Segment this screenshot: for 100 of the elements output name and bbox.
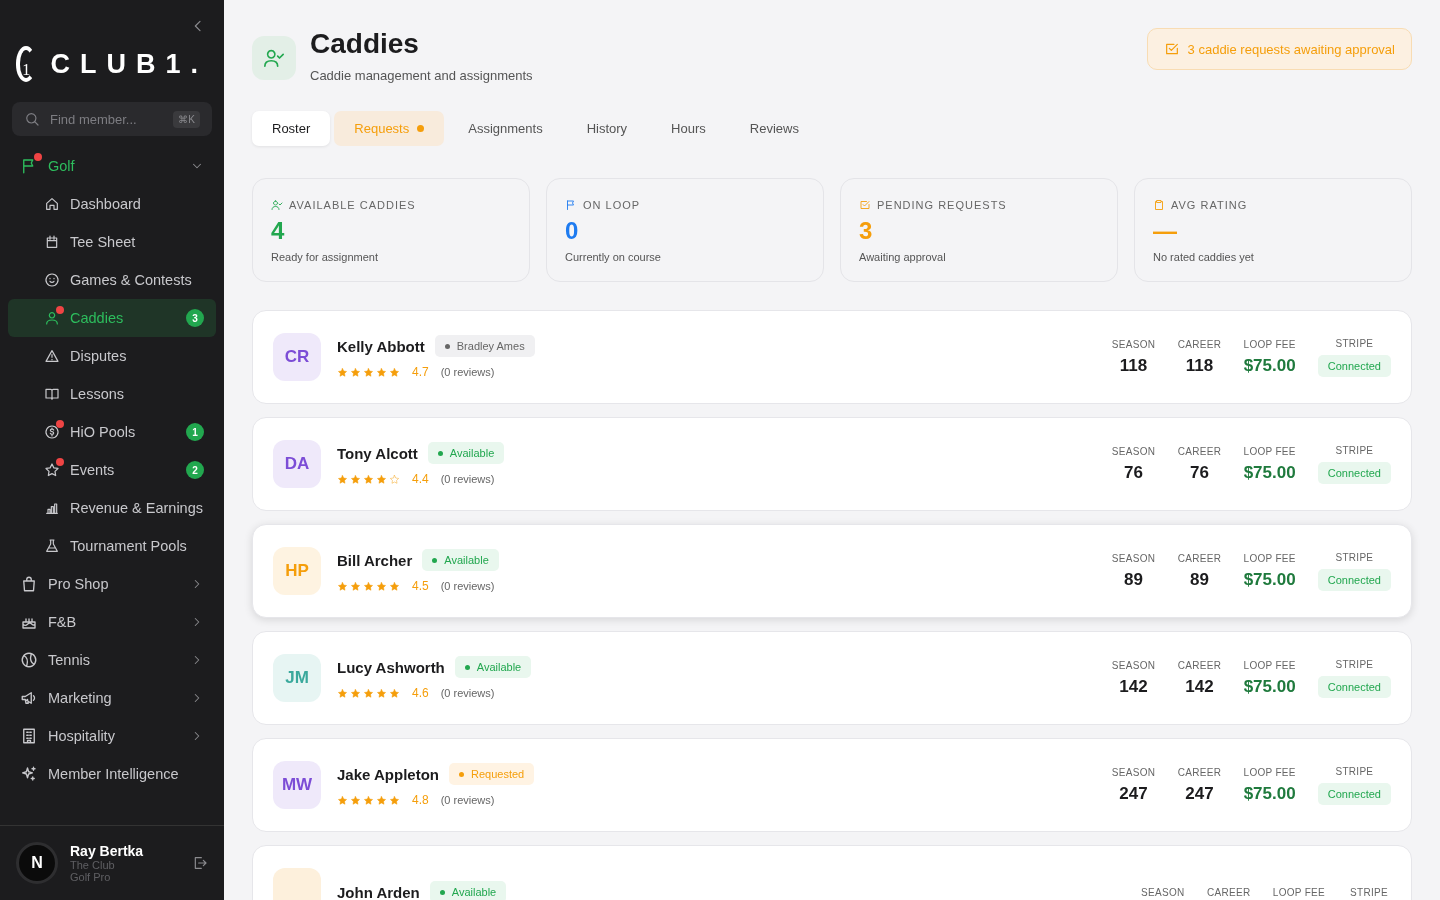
- caddie-card[interactable]: CR Kelly Abbott Bradley Ames 4.7 (0 reviews) SEASON 118 CAREER 118 LOOP FEE $75.00 STRIPE Connected: [252, 310, 1412, 404]
- search-input[interactable]: Find member...: [48, 110, 166, 128]
- star-icon: [350, 794, 361, 806]
- calendar-icon: [44, 234, 60, 250]
- flag-icon: [565, 199, 577, 211]
- rating-value: 4.8: [412, 793, 429, 807]
- nav-label: Hospitality: [48, 728, 116, 744]
- initials-avatar: CR: [273, 333, 321, 381]
- nav-label: Marketing: [48, 690, 113, 706]
- nav-item[interactable]: HiO Pools 1: [8, 413, 216, 451]
- stat-caption: Currently on course: [565, 251, 661, 263]
- nav-item[interactable]: Dashboard: [8, 185, 216, 223]
- logout-icon[interactable]: [192, 855, 208, 871]
- stat-value: 0: [565, 217, 579, 245]
- nav-item[interactable]: Lessons: [8, 375, 216, 413]
- megaphone-icon: [20, 689, 38, 707]
- metric-value: $75.00: [1243, 676, 1296, 697]
- stat-label: PENDING REQUESTS: [877, 199, 1007, 211]
- status-badge: Available: [422, 549, 499, 571]
- nav-item[interactable]: Events 2: [8, 451, 216, 489]
- initials-avatar: HP: [273, 547, 321, 595]
- caddie-card[interactable]: MW Jake Appleton Requested 4.8 (0 reviews) SEASON 247 CAREER 247 LOOP FEE $75.00 STRIPE Connected: [252, 738, 1412, 832]
- nav-item[interactable]: Tee Sheet: [8, 223, 216, 261]
- stat-caption: Awaiting approval: [859, 251, 946, 263]
- star-icon: [376, 794, 387, 806]
- nav-label: Pro Shop: [48, 576, 110, 592]
- tab[interactable]: Assignments: [448, 111, 563, 146]
- metric-value: $75.00: [1243, 462, 1296, 483]
- nav-item[interactable]: Revenue & Earnings: [8, 489, 216, 527]
- nav-item[interactable]: Games & Contests: [8, 261, 216, 299]
- connected-badge: Connected: [1317, 354, 1391, 377]
- nav-label: Disputes: [70, 348, 128, 364]
- review-count: (0 reviews): [440, 687, 495, 699]
- nav-section[interactable]: Tennis: [8, 641, 216, 679]
- metric-label: CAREER: [1177, 766, 1222, 778]
- star-icon: [389, 580, 400, 592]
- nav-item[interactable]: Tournament Pools: [8, 527, 216, 565]
- caddie-card[interactable]: HP Bill Archer Available 4.5 (0 reviews) SEASON 89 CAREER 89 LOOP FEE $75.00 STRIPE Connected: [252, 524, 1412, 618]
- user-name: Ray Bertka: [70, 843, 145, 859]
- tab[interactable]: Roster: [252, 111, 331, 146]
- sparkle-icon: [20, 765, 38, 783]
- nav-section[interactable]: Golf: [8, 147, 216, 185]
- metric-value: 89: [1190, 569, 1209, 590]
- nav-label: HiO Pools: [70, 424, 137, 440]
- metric-value: 142: [1185, 676, 1214, 697]
- page-title: Caddies: [310, 28, 420, 60]
- metric-label: LOOP FEE: [1243, 766, 1296, 778]
- logo-text: CLUB1.: [50, 48, 208, 80]
- nav-label: Golf: [48, 158, 76, 174]
- initials-avatar: JM: [273, 654, 321, 702]
- book-icon: [44, 386, 60, 402]
- tab[interactable]: Reviews: [729, 111, 819, 146]
- status-badge: Available: [427, 442, 505, 464]
- metric-label: SEASON: [1111, 766, 1156, 778]
- status-badge: Requested: [448, 763, 535, 785]
- page-icon: [252, 36, 296, 80]
- caddie-card[interactable]: DA Tony Alcott Available 4.4 (0 reviews) SEASON 76 CAREER 76 LOOP FEE $75.00 STRIPE Connected: [252, 417, 1412, 511]
- flask-icon: [44, 538, 60, 554]
- nav-section[interactable]: F&B: [8, 603, 216, 641]
- initials-avatar: DA: [273, 440, 321, 488]
- metric-label: STRIPE: [1335, 337, 1374, 349]
- caddie-card[interactable]: JM Lucy Ashworth Available 4.6 (0 reviews) SEASON 142 CAREER 142 LOOP FEE $75.00 STRIPE Connected: [252, 631, 1412, 725]
- checkbox-icon: [1163, 41, 1180, 57]
- nav-label: Revenue & Earnings: [70, 500, 204, 516]
- stat-value: —: [1153, 217, 1177, 245]
- star-icon: [376, 580, 387, 592]
- nav-label: Member Intelligence: [48, 766, 180, 782]
- star-icon: [389, 687, 400, 699]
- star-icon: [389, 366, 400, 378]
- page-subtitle: Caddie management and assignments: [310, 68, 533, 83]
- star-icon: [363, 366, 374, 378]
- metric-label: SEASON: [1111, 338, 1156, 350]
- metric-value: 118: [1119, 355, 1148, 376]
- clipboard-icon: [1153, 199, 1165, 211]
- stat-value: 4: [271, 217, 285, 245]
- nav-item[interactable]: Disputes: [8, 337, 216, 375]
- metric-label: STRIPE: [1335, 765, 1374, 777]
- caddie-card[interactable]: John Arden Available SEASON CAREER LOOP FEE STRIPE: [252, 845, 1412, 900]
- nav-item[interactable]: Caddies 3: [8, 299, 216, 337]
- tab[interactable]: Hours: [651, 111, 726, 146]
- tab[interactable]: History: [566, 111, 648, 146]
- star-icon: [363, 580, 374, 592]
- stat-label: AVG RATING: [1171, 199, 1248, 211]
- nav-label: Dashboard: [70, 196, 142, 212]
- dollar-coin-icon: [44, 424, 60, 440]
- user-role: Golf Pro: [70, 871, 112, 883]
- nav-label: F&B: [48, 614, 78, 630]
- nav-section[interactable]: Pro Shop: [8, 565, 216, 603]
- caddie-name: Jake Appleton: [337, 765, 439, 783]
- metric-value: 118: [1185, 355, 1214, 376]
- bar-chart-icon: [44, 500, 60, 516]
- nav-section[interactable]: Hospitality: [8, 717, 216, 755]
- connected-badge: Connected: [1317, 782, 1391, 805]
- count-badge: 2: [186, 461, 204, 479]
- alert-text: 3 caddie requests awaiting approval: [1187, 41, 1395, 57]
- metric-value: 247: [1185, 783, 1214, 804]
- nav-section[interactable]: Member Intelligence: [8, 755, 216, 793]
- initials-avatar: MW: [273, 761, 321, 809]
- star-icon: [350, 473, 361, 485]
- nav-section[interactable]: Marketing: [8, 679, 216, 717]
